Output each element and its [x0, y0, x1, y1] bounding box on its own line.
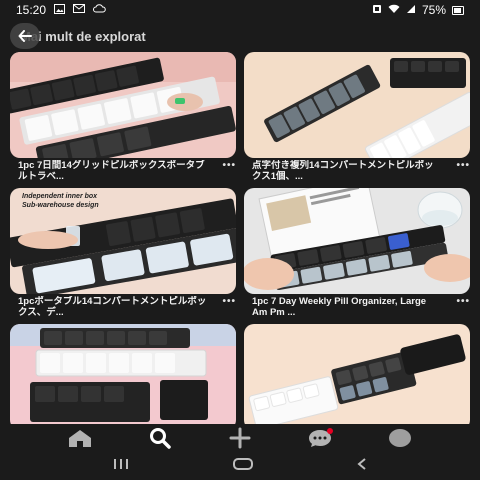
image-overlay-text: Independent inner box: [22, 193, 98, 200]
status-bar: 15:20 75%: [0, 0, 480, 20]
back-arrow-icon: [18, 30, 32, 42]
recent-apps-button[interactable]: [111, 457, 131, 476]
header: Mai mult de explorat: [0, 20, 480, 54]
nav-search[interactable]: [140, 424, 180, 452]
profile-icon: [389, 429, 411, 447]
pin-image-hands-holding-pill-organizer[interactable]: [244, 188, 470, 294]
pin-caption: 1pc 7日間14グリッドピルボックスポータブルトラベ...: [18, 160, 205, 182]
pin-image-grey-black-pill-organizer[interactable]: [244, 52, 470, 158]
pin-card[interactable]: Independent inner box Sub-warehouse desi…: [10, 188, 236, 318]
signal-icon: [406, 4, 416, 17]
system-back-button[interactable]: [355, 457, 369, 476]
create-icon: [229, 427, 251, 449]
pin-caption: 1pcポータブル14コンパートメントピルボックス、デ...: [18, 296, 207, 318]
cloud-icon: [93, 4, 106, 16]
search-icon: [150, 428, 171, 449]
back-icon: [357, 457, 366, 470]
pin-card[interactable]: 1pc 7 Day Weekly Pill Organizer, Large A…: [244, 188, 470, 318]
more-options-icon[interactable]: •••: [222, 160, 236, 184]
pin-card[interactable]: [244, 324, 470, 430]
pin-caption: 点字付き複列14コンパートメントピルボックス1個、...: [252, 160, 434, 182]
image-icon: [54, 3, 66, 17]
pin-image-white-black-pill-boxes[interactable]: [10, 52, 236, 158]
more-options-icon[interactable]: •••: [222, 296, 236, 320]
nav-home[interactable]: [60, 424, 100, 452]
pin-caption: 1pc 7 Day Weekly Pill Organizer, Large A…: [252, 296, 427, 318]
image-overlay-text: Sub-warehouse design: [22, 202, 99, 209]
home-button[interactable]: [232, 457, 254, 476]
gmail-icon: [73, 4, 86, 16]
pin-image-three-pill-cases[interactable]: [244, 324, 470, 430]
nav-create[interactable]: [220, 424, 260, 452]
more-options-icon[interactable]: •••: [456, 160, 470, 184]
status-time: 15:20: [16, 3, 47, 17]
home-button-icon: [232, 457, 253, 470]
nav-profile[interactable]: [380, 424, 420, 452]
pin-card[interactable]: 1pc 7日間14グリッドピルボックスポータブルトラベ... •••: [10, 52, 236, 182]
sim-icon: [372, 4, 382, 17]
pin-card[interactable]: 点字付き複列14コンパートメントピルボックス1個、... •••: [244, 52, 470, 182]
more-options-icon[interactable]: •••: [456, 296, 470, 320]
bottom-nav: [0, 424, 480, 452]
messages-icon: [309, 428, 333, 447]
home-icon: [69, 430, 91, 447]
wifi-icon: [388, 4, 400, 17]
nav-messages[interactable]: [300, 424, 340, 452]
pin-image-stacked-pill-boxes[interactable]: [10, 324, 236, 430]
battery-percentage: 75%: [421, 3, 446, 17]
pin-card[interactable]: [10, 324, 236, 430]
pin-image-hand-opening-pill-box[interactable]: Independent inner box Sub-warehouse desi…: [10, 188, 236, 294]
battery-icon: [452, 5, 464, 15]
recent-apps-icon: [113, 458, 128, 469]
system-nav: [0, 452, 480, 480]
back-button[interactable]: [10, 23, 40, 49]
